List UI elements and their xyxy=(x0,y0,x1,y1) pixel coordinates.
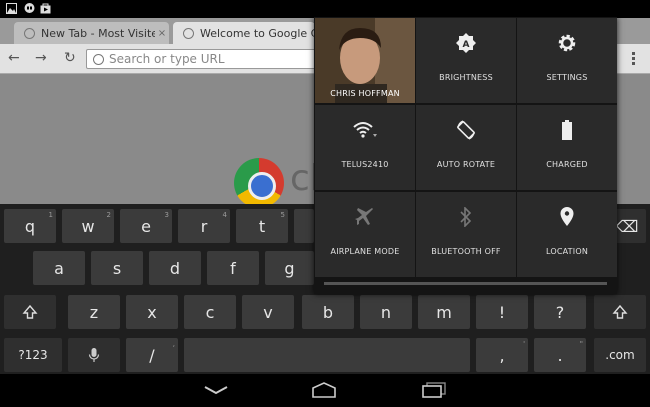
dot-com-key[interactable]: .com xyxy=(594,338,646,372)
battery-icon xyxy=(562,120,572,140)
microphone-icon xyxy=(88,348,100,362)
home-icon[interactable] xyxy=(311,381,337,399)
symbols-key[interactable]: ?123 xyxy=(4,338,62,372)
shift-icon xyxy=(612,304,628,319)
key-s[interactable]: s xyxy=(91,251,143,285)
hangouts-icon xyxy=(24,3,35,13)
panel-drag-handle[interactable] xyxy=(324,282,607,285)
reload-button[interactable]: ↻ xyxy=(64,50,76,66)
location-tile[interactable]: LOCATION xyxy=(517,192,617,277)
brightness-label: BRIGHTNESS xyxy=(439,73,493,82)
svg-text:A: A xyxy=(463,40,470,50)
key-e[interactable]: e3 xyxy=(120,209,172,243)
bluetooth-tile[interactable]: BLUETOOTH OFF xyxy=(416,192,516,277)
gear-icon xyxy=(558,34,576,52)
wifi-tile[interactable]: TELUS2410 xyxy=(315,105,415,190)
battery-tile[interactable]: CHARGED xyxy=(517,105,617,190)
quick-settings-panel: CHRIS HOFFMAN A BRIGHTNESS SETTINGS TELU… xyxy=(314,17,617,294)
system-nav-bar xyxy=(0,374,650,407)
profile-name: CHRIS HOFFMAN xyxy=(330,89,400,98)
settings-tile[interactable]: SETTINGS xyxy=(517,18,617,103)
close-tab-button[interactable]: × xyxy=(155,28,169,39)
key-n[interactable]: n xyxy=(360,295,412,329)
shift-key-left[interactable] xyxy=(4,295,56,329)
tab-welcome[interactable]: Welcome to Google Chro xyxy=(173,22,315,44)
auto-rotate-label: AUTO ROTATE xyxy=(436,160,496,169)
recents-icon[interactable] xyxy=(421,381,447,399)
location-label: LOCATION xyxy=(545,247,589,256)
key-exclamation[interactable]: ! xyxy=(476,295,528,329)
tab-title: New Tab - Most Visited xyxy=(41,26,155,40)
brightness-tile[interactable]: A BRIGHTNESS xyxy=(416,18,516,103)
key-period[interactable]: . " xyxy=(534,338,586,372)
forward-button[interactable]: → xyxy=(35,50,47,66)
voice-input-key[interactable] xyxy=(68,338,120,372)
key-y[interactable] xyxy=(294,209,314,243)
key-t[interactable]: t5 xyxy=(236,209,288,243)
tab-title: Welcome to Google Chro xyxy=(200,26,315,40)
key-f[interactable]: f xyxy=(207,251,259,285)
key-v[interactable]: v xyxy=(242,295,294,329)
chrome-logo-icon xyxy=(234,158,284,208)
key-m[interactable]: m xyxy=(418,295,470,329)
profile-tile[interactable]: CHRIS HOFFMAN xyxy=(315,18,415,103)
key-c[interactable]: c xyxy=(184,295,236,329)
key-z[interactable]: z xyxy=(68,295,120,329)
airplane-mode-label: AIRPLANE MODE xyxy=(330,247,400,256)
brightness-auto-icon: A xyxy=(456,33,476,53)
rotate-icon xyxy=(457,120,475,140)
key-slash[interactable]: /, xyxy=(126,338,178,372)
location-pin-icon xyxy=(560,207,574,226)
bluetooth-label: BLUETOOTH OFF xyxy=(431,247,501,256)
key-comma[interactable]: , ' xyxy=(476,338,528,372)
key-r[interactable]: r4 xyxy=(178,209,230,243)
auto-rotate-tile[interactable]: AUTO ROTATE xyxy=(416,105,516,190)
back-button[interactable]: ← xyxy=(8,50,20,66)
wifi-icon xyxy=(353,122,377,138)
image-icon xyxy=(6,3,17,14)
omnibox-placeholder: Search or type URL xyxy=(109,52,225,66)
key-g[interactable]: g xyxy=(265,251,314,285)
globe-icon xyxy=(24,27,35,39)
backspace-icon: ⌫ xyxy=(615,216,639,236)
key-q[interactable]: q1 xyxy=(4,209,56,243)
play-store-icon xyxy=(40,3,51,14)
key-question[interactable]: ? xyxy=(534,295,586,329)
key-x[interactable]: x xyxy=(126,295,178,329)
status-bar xyxy=(0,0,650,18)
airplane-mode-tile[interactable]: AIRPLANE MODE xyxy=(315,192,415,277)
globe-icon xyxy=(93,53,104,65)
tab-new-tab[interactable]: New Tab - Most Visited × xyxy=(14,22,169,44)
key-d[interactable]: d xyxy=(149,251,201,285)
key-b[interactable]: b xyxy=(302,295,354,329)
browser-menu-icon[interactable] xyxy=(632,52,636,67)
battery-label: CHARGED xyxy=(546,160,588,169)
key-w[interactable]: w2 xyxy=(62,209,114,243)
omnibox[interactable]: Search or type URL xyxy=(86,49,336,69)
shift-key-right[interactable] xyxy=(594,295,646,329)
space-bar[interactable] xyxy=(184,338,470,372)
shift-icon xyxy=(22,304,38,319)
settings-label: SETTINGS xyxy=(546,73,588,82)
globe-icon xyxy=(183,27,194,39)
back-icon[interactable] xyxy=(203,384,229,396)
key-a[interactable]: a xyxy=(33,251,85,285)
bluetooth-icon xyxy=(460,207,472,227)
airplane-icon xyxy=(355,208,373,225)
wifi-label: TELUS2410 xyxy=(341,160,389,169)
